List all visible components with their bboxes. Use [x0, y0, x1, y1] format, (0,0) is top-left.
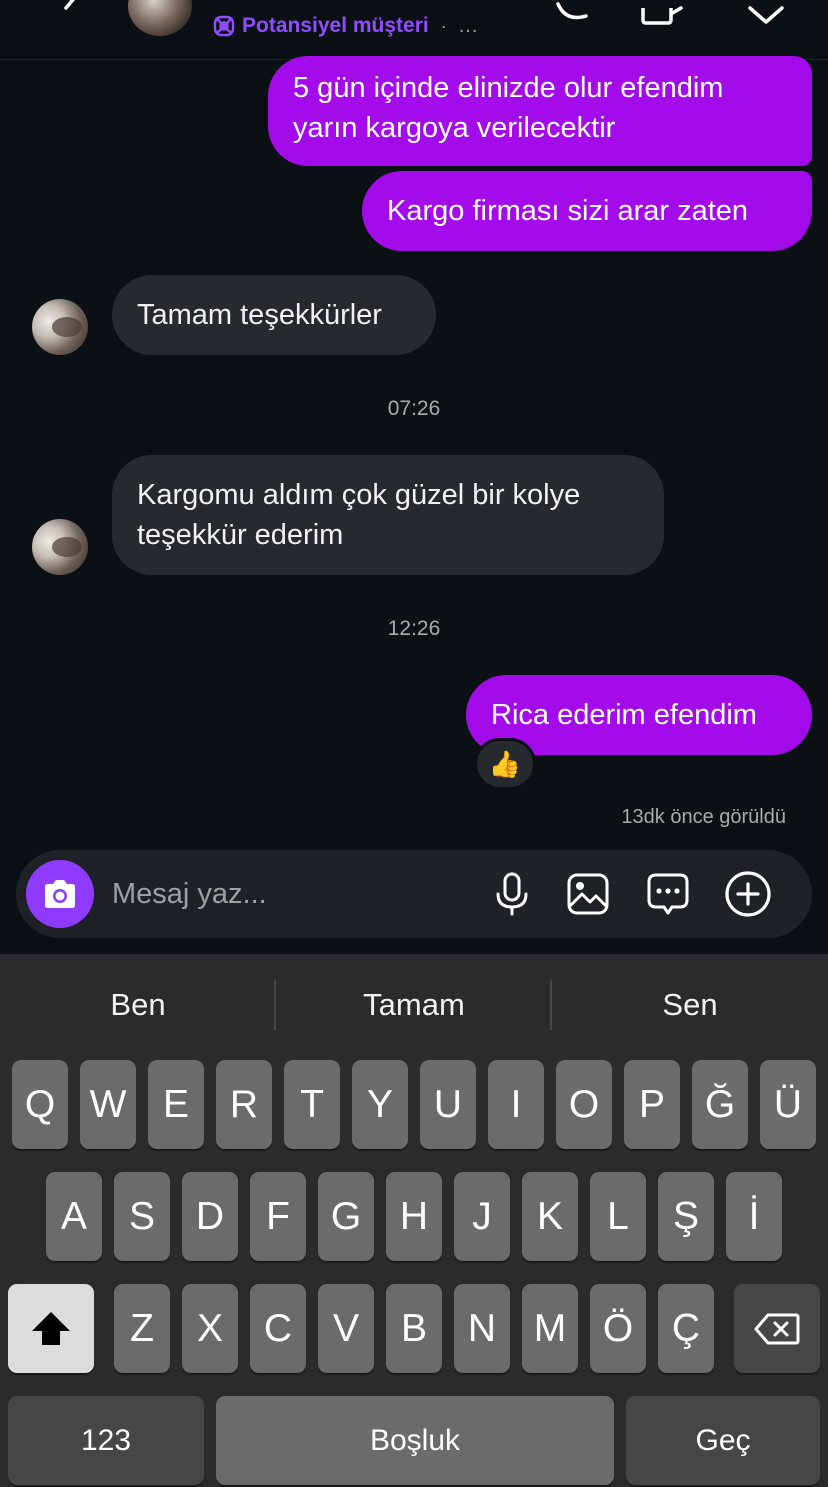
key-x[interactable]: X	[182, 1284, 238, 1373]
message-composer	[16, 850, 812, 938]
message-bubble-incoming[interactable]: Kargomu aldım çok güzel bir kolye teşekk…	[112, 455, 664, 575]
image-icon	[567, 873, 609, 915]
key-r[interactable]: R	[216, 1060, 272, 1149]
chat-bubble-icon	[647, 873, 689, 915]
key-n[interactable]: N	[454, 1284, 510, 1373]
gallery-button[interactable]	[564, 870, 612, 918]
more-options-button[interactable]	[724, 870, 772, 918]
thumbs-up-reaction[interactable]: 👍	[474, 738, 536, 790]
key-w[interactable]: W	[80, 1060, 136, 1149]
microphone-button[interactable]	[488, 870, 536, 918]
suggestion-item[interactable]: Sen	[552, 980, 828, 1030]
message-input[interactable]	[112, 870, 472, 918]
contact-label[interactable]: Potansiyel müşteri · ...	[212, 12, 478, 40]
key-s-cedilla[interactable]: Ş	[658, 1172, 714, 1261]
message-text-line: yarın kargoya verilecektir	[293, 112, 616, 144]
key-f[interactable]: F	[250, 1172, 306, 1261]
timestamp: 12:26	[387, 617, 441, 640]
key-i-dot[interactable]: İ	[726, 1172, 782, 1261]
key-y[interactable]: Y	[352, 1060, 408, 1149]
return-key[interactable]: Geç	[626, 1396, 820, 1485]
timestamp: 07:26	[387, 397, 441, 420]
numbers-key[interactable]: 123	[8, 1396, 204, 1485]
key-a[interactable]: A	[46, 1172, 102, 1261]
key-g[interactable]: G	[318, 1172, 374, 1261]
key-c[interactable]: C	[250, 1284, 306, 1373]
plus-circle-icon	[725, 871, 771, 917]
video-call-icon[interactable]	[640, 0, 684, 32]
message-text: Tamam teşekkürler	[137, 299, 382, 331]
key-t[interactable]: T	[284, 1060, 340, 1149]
sender-avatar[interactable]	[32, 299, 88, 355]
message-bubble-outgoing[interactable]: 5 gün içinde elinizde olur efendim yarın…	[268, 56, 812, 166]
thumbs-up-icon: 👍	[488, 748, 522, 779]
key-b[interactable]: B	[386, 1284, 442, 1373]
message-text-line: 5 gün içinde elinizde olur efendim	[293, 72, 724, 104]
key-l[interactable]: L	[590, 1172, 646, 1261]
key-u[interactable]: U	[420, 1060, 476, 1149]
message-bubble-incoming[interactable]: Tamam teşekkürler	[112, 275, 436, 355]
message-text: Kargo firması sizi arar zaten	[387, 195, 749, 227]
key-c-cedilla[interactable]: Ç	[658, 1284, 714, 1373]
key-p[interactable]: P	[624, 1060, 680, 1149]
quick-reply-button[interactable]	[644, 870, 692, 918]
key-e[interactable]: E	[148, 1060, 204, 1149]
key-u-umlaut[interactable]: Ü	[760, 1060, 816, 1149]
backspace-key[interactable]	[734, 1284, 820, 1373]
space-key[interactable]: Boşluk	[216, 1396, 614, 1485]
key-i[interactable]: I	[488, 1060, 544, 1149]
microphone-icon	[496, 872, 528, 916]
key-o-umlaut[interactable]: Ö	[590, 1284, 646, 1373]
chevron-down-icon[interactable]	[744, 0, 788, 32]
key-m[interactable]: M	[522, 1284, 578, 1373]
message-bubble-outgoing[interactable]: Kargo firması sizi arar zaten	[362, 171, 812, 251]
suggestion-bar: Ben Tamam Sen	[0, 954, 828, 1054]
key-d[interactable]: D	[182, 1172, 238, 1261]
message-text: Rica ederim efendim	[491, 699, 757, 731]
chat-header: Potansiyel müşteri · ...	[0, 0, 828, 60]
key-k[interactable]: K	[522, 1172, 578, 1261]
key-s[interactable]: S	[114, 1172, 170, 1261]
key-q[interactable]: Q	[12, 1060, 68, 1149]
suggestion-item[interactable]: Tamam	[276, 980, 552, 1030]
sender-avatar[interactable]	[32, 519, 88, 575]
camera-icon	[45, 880, 75, 908]
message-text-line: teşekkür ederim	[137, 519, 344, 551]
camera-button[interactable]	[26, 860, 94, 928]
lead-status-text: Potansiyel müşteri	[242, 14, 429, 37]
key-h[interactable]: H	[386, 1172, 442, 1261]
key-g-breve[interactable]: Ğ	[692, 1060, 748, 1149]
seen-status: 13dk önce görüldü	[621, 806, 786, 828]
lead-icon	[213, 15, 235, 37]
suggestion-item[interactable]: Ben	[0, 980, 276, 1030]
contact-avatar[interactable]	[128, 0, 192, 36]
more-ellipsis[interactable]: ...	[459, 15, 479, 38]
key-v[interactable]: V	[318, 1284, 374, 1373]
key-o[interactable]: O	[556, 1060, 612, 1149]
shift-arrow-icon	[32, 1311, 70, 1345]
message-text-line: Kargomu aldım çok güzel bir kolye	[137, 479, 581, 511]
phone-icon[interactable]	[552, 0, 596, 32]
key-z[interactable]: Z	[114, 1284, 170, 1373]
separator-dot: ·	[440, 15, 447, 36]
backspace-icon	[754, 1313, 800, 1344]
back-arrow-icon[interactable]	[58, 0, 86, 22]
shift-key[interactable]	[8, 1284, 94, 1373]
key-j[interactable]: J	[454, 1172, 510, 1261]
keyboard: Ben Tamam Sen Q W E R T Y U I O P Ğ Ü A …	[0, 954, 828, 1487]
